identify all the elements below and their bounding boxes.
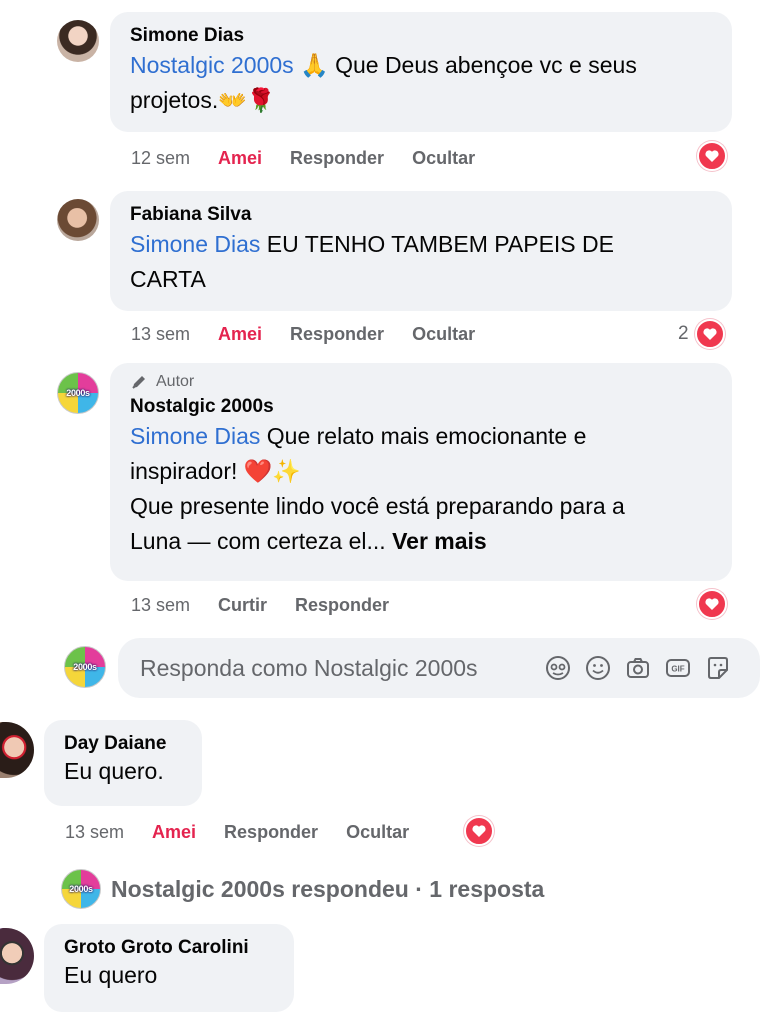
avatar-logo-text: 2000s xyxy=(66,388,90,399)
love-button[interactable]: Amei xyxy=(218,324,262,345)
comment-actions: 13 sem Amei Responder Ocultar xyxy=(65,822,437,843)
comment-text-line: inspirador! ❤️✨ xyxy=(130,458,302,484)
see-more-link[interactable]: Ver mais xyxy=(392,528,487,554)
avatar-logo-text: 2000s xyxy=(69,884,93,895)
like-button[interactable]: Curtir xyxy=(218,595,267,616)
comment-text: Simone Dias EU TENHO TAMBEM PAPEIS DE CAR… xyxy=(130,227,712,297)
avatar[interactable]: 2000s xyxy=(57,372,99,414)
avatar: 2000s xyxy=(64,646,106,688)
comment-time[interactable]: 12 sem xyxy=(131,148,190,169)
love-reaction-icon[interactable] xyxy=(464,816,494,846)
comment-bubble: Day Daiane Eu quero. xyxy=(44,720,202,806)
comment-text-line: Que relato mais emocionante e xyxy=(260,423,587,449)
avatar[interactable] xyxy=(57,20,99,62)
author-badge: Autor xyxy=(130,373,712,391)
view-replies-link[interactable]: Nostalgic 2000s respondeu · 1 resposta xyxy=(111,876,544,903)
author-badge-label: Autor xyxy=(156,373,195,390)
comment-text-line: Que presente lindo você está preparando … xyxy=(130,493,625,519)
gif-icon[interactable]: GIF xyxy=(664,654,692,682)
hide-button[interactable]: Ocultar xyxy=(412,324,475,345)
hide-button[interactable]: Ocultar xyxy=(346,822,409,843)
comment-actions: 13 sem Amei Responder Ocultar xyxy=(131,324,503,345)
comment-text: Nostalgic 2000s 🙏 Que Deus abençoe vc e … xyxy=(130,48,712,118)
comment-author[interactable]: Simone Dias xyxy=(130,24,712,48)
avatar[interactable] xyxy=(0,722,34,778)
comment-text: Simone Dias Que relato mais emocionante … xyxy=(130,419,712,559)
pencil-icon xyxy=(132,376,145,389)
comment-actions: 13 sem Curtir Responder xyxy=(131,595,417,616)
love-button[interactable]: Amei xyxy=(152,822,196,843)
avatar: 2000s xyxy=(61,869,101,909)
emoji-icon[interactable] xyxy=(584,654,612,682)
love-reaction-icon[interactable] xyxy=(695,319,725,349)
camera-icon[interactable] xyxy=(624,654,652,682)
love-reaction-icon[interactable] xyxy=(697,141,727,171)
svg-text:GIF: GIF xyxy=(671,665,684,674)
comment-time[interactable]: 13 sem xyxy=(131,595,190,616)
reply-input[interactable] xyxy=(138,653,532,683)
avatar-logo-text: 2000s xyxy=(73,662,97,673)
mention-link[interactable]: Simone Dias xyxy=(130,231,260,257)
avatar-sticker-icon[interactable] xyxy=(544,654,572,682)
comment-text: Eu quero xyxy=(64,962,158,988)
comment-author[interactable]: Nostalgic 2000s xyxy=(130,395,712,419)
mention-link[interactable]: Simone Dias xyxy=(130,423,260,449)
comment-text-line: projetos.👐🌹 xyxy=(130,87,276,113)
reply-box: GIF xyxy=(118,638,760,698)
comment-author[interactable]: Groto Groto Carolini xyxy=(64,936,274,960)
love-reaction-icon[interactable] xyxy=(697,589,727,619)
comment-bubble: Autor Nostalgic 2000s Simone Dias Que re… xyxy=(110,363,732,581)
reply-button[interactable]: Responder xyxy=(295,595,389,616)
reply-button[interactable]: Responder xyxy=(290,324,384,345)
comment-actions: 12 sem Amei Responder Ocultar xyxy=(131,148,503,169)
love-button[interactable]: Amei xyxy=(218,148,262,169)
comment-text-line: EU TENHO TAMBEM PAPEIS DE xyxy=(260,231,614,257)
comment-text: Eu quero. xyxy=(64,758,164,784)
reply-button[interactable]: Responder xyxy=(224,822,318,843)
hide-button[interactable]: Ocultar xyxy=(412,148,475,169)
mention-link[interactable]: Nostalgic 2000s xyxy=(130,52,294,78)
comment-bubble: Groto Groto Carolini Eu quero xyxy=(44,924,294,1012)
comment-text-line: 🙏 Que Deus abençoe vc e seus xyxy=(293,52,637,78)
comment-author[interactable]: Fabiana Silva xyxy=(130,203,712,227)
reaction-count[interactable]: 2 xyxy=(678,323,689,345)
comment-bubble: Simone Dias Nostalgic 2000s 🙏 Que Deus a… xyxy=(110,12,732,132)
comment-author[interactable]: Day Daiane xyxy=(64,732,182,756)
comment-text-line: CARTA xyxy=(130,266,206,292)
reply-button[interactable]: Responder xyxy=(290,148,384,169)
comment-time[interactable]: 13 sem xyxy=(131,324,190,345)
avatar[interactable] xyxy=(0,928,34,984)
avatar[interactable] xyxy=(57,199,99,241)
sticker-icon[interactable] xyxy=(704,654,732,682)
comment-text-line: Luna — com certeza el... xyxy=(130,528,386,554)
comment-time[interactable]: 13 sem xyxy=(65,822,124,843)
comment-bubble: Fabiana Silva Simone Dias EU TENHO TAMBE… xyxy=(110,191,732,311)
